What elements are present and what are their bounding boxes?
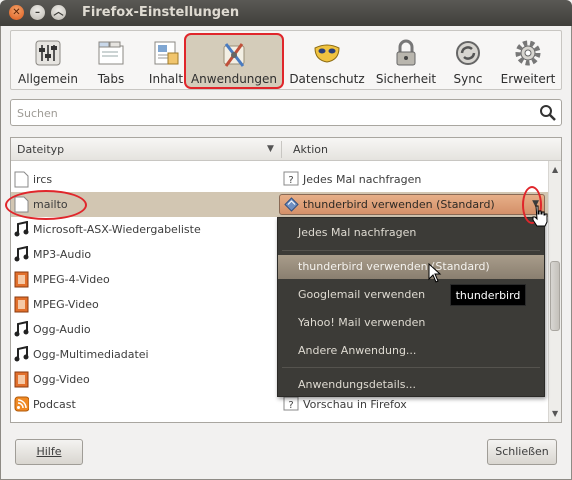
close-button-label: Schließen — [495, 445, 549, 458]
thunderbird-icon — [284, 197, 299, 212]
menu-item-yahoo-mail[interactable]: Yahoo! Mail verwenden — [278, 311, 544, 335]
tab-label: Datenschutz — [289, 72, 365, 86]
tab-label: Sicherheit — [375, 72, 437, 86]
music-icon — [14, 246, 29, 262]
search-input[interactable] — [17, 104, 527, 122]
music-icon — [14, 346, 29, 362]
tab-tabs[interactable]: Tabs — [83, 33, 139, 89]
search-icon[interactable] — [539, 104, 557, 122]
row-type: Ogg-Audio — [33, 323, 91, 336]
tab-label: Erweitert — [500, 72, 556, 86]
tab-erweitert[interactable]: Erweitert — [497, 33, 559, 89]
row-type: Ogg-Multimediadatei — [33, 348, 149, 361]
tab-allgemein[interactable]: Allgemein — [15, 33, 81, 89]
sync-icon — [456, 41, 480, 65]
svg-text:?: ? — [288, 400, 293, 411]
table-header: Dateityp ▼ Aktion — [11, 138, 561, 161]
gear-icon — [515, 40, 541, 66]
video-icon — [14, 371, 29, 388]
menu-separator — [282, 367, 540, 368]
tab-label: Tabs — [97, 72, 125, 86]
hand-cursor-icon — [532, 205, 548, 227]
action-combobox[interactable]: thunderbird verwenden (Standard) ▼ — [279, 194, 545, 215]
highlight-circle-mailto — [5, 190, 87, 220]
video-icon — [14, 271, 29, 288]
row-type: Microsoft-ASX-Wiedergabeliste — [33, 223, 201, 236]
tab-datenschutz[interactable]: Datenschutz — [289, 33, 365, 89]
search-box[interactable] — [10, 99, 562, 126]
tab-sync[interactable]: Sync — [445, 33, 491, 89]
row-type: MPEG-Video — [33, 298, 99, 311]
sliders-icon — [35, 40, 61, 66]
sort-arrow-icon[interactable]: ▼ — [267, 144, 274, 154]
action-dropdown-menu[interactable]: Jedes Mal nachfragen thunderbird verwend… — [277, 217, 545, 397]
row-action: Jedes Mal nachfragen — [303, 173, 422, 186]
combo-selected-label: thunderbird verwenden (Standard) — [303, 198, 495, 211]
tooltip: thunderbird — [450, 284, 526, 306]
row-type: Podcast — [33, 398, 76, 411]
column-header-aktion[interactable]: Aktion — [293, 143, 328, 156]
column-divider[interactable] — [281, 141, 282, 158]
file-icon — [14, 171, 29, 188]
menu-separator — [282, 250, 540, 251]
table-row[interactable]: ircs ? Jedes Mal nachfragen — [11, 167, 548, 192]
row-type: ircs — [33, 173, 53, 186]
music-icon — [14, 321, 29, 337]
applications-icon — [223, 43, 245, 67]
video-icon — [14, 296, 29, 313]
tab-label: Anwendungen — [190, 72, 278, 86]
tab-label: Allgemein — [18, 72, 78, 86]
tab-anwendungen[interactable]: Anwendungen — [184, 33, 284, 89]
svg-text:?: ? — [288, 175, 293, 186]
minimize-icon: – — [35, 7, 40, 18]
tab-label: Sync — [453, 72, 483, 86]
content-icon — [154, 41, 179, 65]
close-window-button[interactable]: ✕ — [9, 5, 24, 20]
close-button[interactable]: Schließen — [487, 439, 557, 465]
maximize-window-button[interactable]: ︿ — [51, 5, 66, 20]
music-icon — [14, 221, 29, 237]
vertical-scrollbar[interactable]: ▲ ▼ — [548, 161, 561, 422]
window-title: Firefox-Einstellungen — [82, 5, 240, 20]
rss-icon — [14, 396, 29, 412]
minimize-window-button[interactable]: – — [30, 5, 45, 20]
question-icon: ? — [283, 396, 299, 411]
tabs-icon — [98, 41, 124, 65]
row-type: MP3-Audio — [33, 248, 92, 261]
maximize-icon: ︿ — [53, 7, 64, 18]
menu-item-thunderbird[interactable]: thunderbird verwenden (Standard) — [278, 255, 544, 279]
title-bar[interactable]: ✕ – ︿ Firefox-Einstellungen — [0, 0, 572, 26]
row-type: MPEG-4-Video — [33, 273, 110, 286]
preferences-toolbar: Allgemein Tabs Inhalt Anwendungen Datens… — [10, 30, 562, 90]
help-button[interactable]: Hilfe — [15, 439, 83, 465]
mask-icon — [314, 44, 340, 63]
table-row-selected[interactable]: mailto thunderbird verwenden (Standard) … — [11, 192, 548, 217]
close-icon: ✕ — [12, 7, 21, 18]
scroll-up-arrow-icon[interactable]: ▲ — [552, 165, 558, 174]
tab-sicherheit[interactable]: Sicherheit — [373, 33, 439, 89]
row-type: Ogg-Video — [33, 373, 90, 386]
scroll-down-arrow-icon[interactable]: ▼ — [552, 409, 558, 418]
row-action: Vorschau in Firefox — [303, 398, 407, 411]
menu-item-other-application[interactable]: Andere Anwendung... — [278, 339, 544, 363]
lock-icon — [396, 39, 416, 66]
scrollbar-thumb[interactable] — [550, 261, 560, 331]
question-icon: ? — [283, 171, 299, 186]
column-header-dateityp[interactable]: Dateityp — [17, 143, 64, 156]
menu-item-ask-every-time[interactable]: Jedes Mal nachfragen — [278, 221, 544, 245]
arrow-cursor-icon — [428, 263, 442, 283]
menu-item-application-details[interactable]: Anwendungsdetails... — [278, 373, 544, 397]
help-button-label: Hilfe — [36, 445, 62, 458]
